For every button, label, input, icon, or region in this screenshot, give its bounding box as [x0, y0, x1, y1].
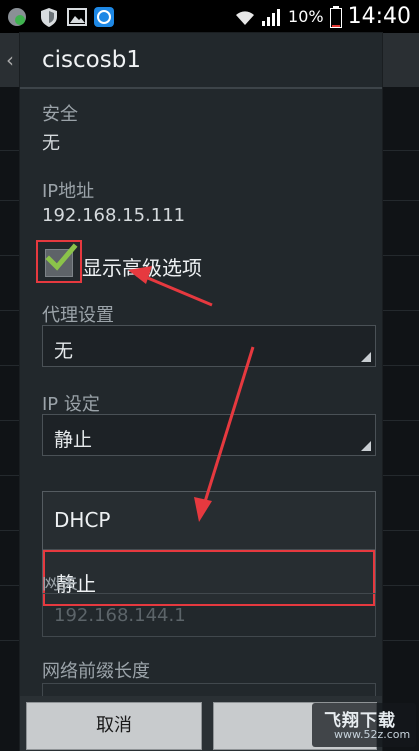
advanced-options-checkbox[interactable]: [36, 240, 82, 283]
ip-settings-spinner[interactable]: 静止: [42, 414, 376, 456]
security-label: 安全: [42, 104, 78, 125]
dropdown-arrow-icon: [361, 441, 371, 451]
wifi-network-dialog: ciscosb1 安全 无 IP地址 192.168.15.111 显示高级选项…: [20, 33, 382, 751]
ip-address-value: 192.168.15.111: [42, 205, 186, 226]
prefix-length-field[interactable]: [42, 683, 376, 697]
ip-settings-dropdown: DHCP 静止: [42, 491, 376, 606]
prefix-length-label: 网络前缀长度: [42, 661, 150, 682]
checkmark-icon: [45, 243, 78, 271]
dropdown-option-dhcp[interactable]: DHCP: [43, 492, 375, 548]
gateway-field[interactable]: 192.168.144.1: [42, 593, 376, 637]
gallery-icon: [67, 8, 87, 26]
back-icon: ‹: [6, 48, 14, 72]
shield-icon: [41, 8, 57, 27]
proxy-value: 无: [54, 340, 74, 362]
watermark-url: www.52z.com: [334, 728, 411, 741]
gateway-placeholder: 192.168.144.1: [54, 605, 186, 626]
battery-icon: [329, 5, 342, 28]
dialog-title: ciscosb1: [42, 47, 141, 73]
proxy-spinner[interactable]: 无: [42, 325, 376, 367]
dropdown-arrow-icon: [361, 352, 371, 362]
proxy-label: 代理设置: [42, 305, 114, 326]
title-divider: [20, 87, 382, 89]
ip-settings-label: IP 设定: [42, 394, 100, 415]
clock: 14:40: [347, 4, 411, 29]
ip-settings-value: 静止: [54, 429, 93, 451]
ip-address-label: IP地址: [42, 181, 95, 202]
notification-app-icon: [8, 8, 26, 26]
cancel-button[interactable]: 取消: [26, 702, 202, 750]
option-label: DHCP: [54, 508, 111, 532]
app-store-icon: [94, 7, 114, 27]
battery-percent: 10%: [288, 7, 324, 26]
watermark-logo: 飞翔下载 www.52z.com: [312, 703, 416, 747]
status-bar: 10% 14:40: [0, 0, 419, 33]
wifi-icon: [236, 10, 255, 25]
security-value: 无: [42, 133, 60, 154]
advanced-options-label[interactable]: 显示高级选项: [82, 252, 202, 281]
signal-icon: [262, 8, 281, 26]
